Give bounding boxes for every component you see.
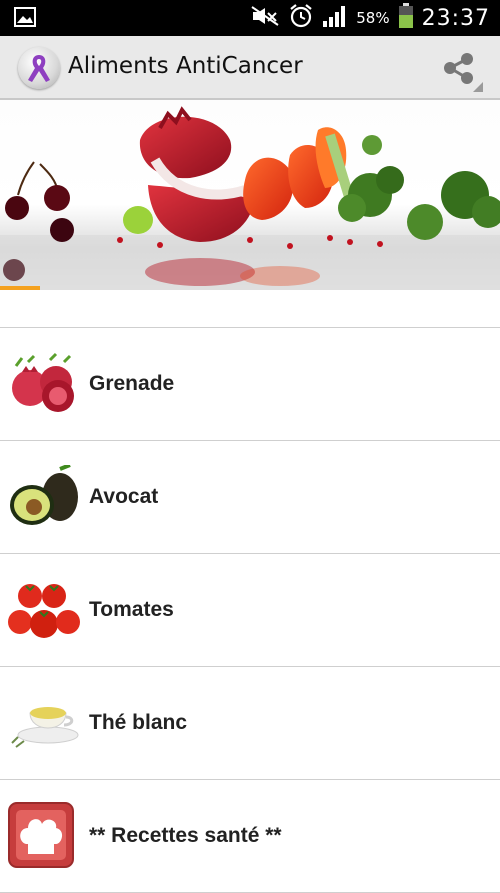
- mute-icon: [250, 5, 280, 32]
- status-bar: 58% 23:37: [0, 0, 500, 36]
- list-item-recettes[interactable]: ** Recettes santé **: [0, 780, 500, 893]
- tomatoes-icon: [8, 578, 80, 642]
- image-icon: [14, 7, 36, 32]
- app-logo[interactable]: [18, 47, 60, 89]
- purple-ribbon-icon: [28, 55, 50, 82]
- list-item-grenade[interactable]: Grenade: [0, 328, 500, 441]
- share-button[interactable]: [436, 48, 486, 96]
- list-item-label: Avocat: [89, 485, 159, 508]
- avocado-icon: [8, 463, 80, 529]
- signal-icon: [322, 4, 348, 33]
- alarm-icon: [288, 3, 314, 34]
- chef-hat-icon: [8, 802, 80, 868]
- clock: 23:37: [421, 5, 490, 31]
- share-icon: [444, 53, 483, 92]
- list-item-the-blanc[interactable]: Thé blanc: [0, 667, 500, 780]
- list-item-label: Grenade: [89, 372, 175, 395]
- pomegranate: [139, 106, 255, 242]
- list-item-avocat[interactable]: Avocat: [0, 441, 500, 554]
- food-list: Grenade Avocat Tomates Thé blanc ** Rece…: [0, 290, 500, 893]
- banner-image: [0, 100, 500, 290]
- battery-icon: [398, 2, 414, 34]
- broccoli: [325, 133, 500, 240]
- pomegranate-icon: [8, 352, 80, 416]
- list-header-spacer: [0, 290, 500, 328]
- list-item-label: Tomates: [89, 598, 174, 621]
- tea-cup-icon: [8, 691, 80, 755]
- battery-percent: 58%: [356, 9, 390, 27]
- list-item-tomates[interactable]: Tomates: [0, 554, 500, 667]
- action-bar: Aliments AntiCancer: [0, 36, 500, 100]
- app-title: Aliments AntiCancer: [68, 53, 303, 79]
- list-item-label: Thé blanc: [89, 711, 188, 734]
- list-item-label: ** Recettes santé **: [89, 824, 282, 847]
